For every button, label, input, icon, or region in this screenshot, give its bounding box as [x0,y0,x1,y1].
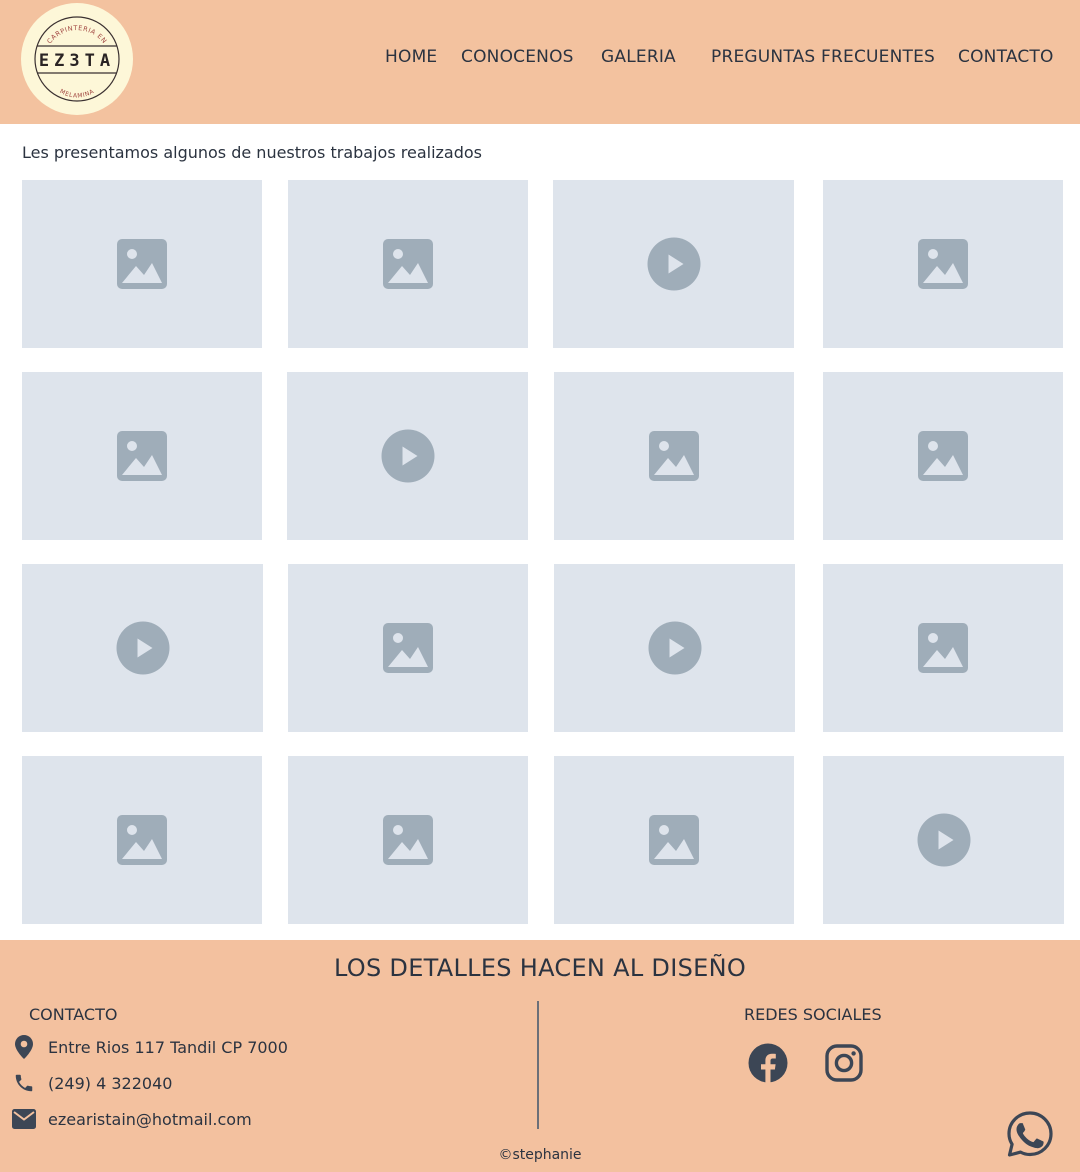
instagram-icon[interactable] [824,1043,864,1083]
contact-address: Entre Rios 117 Tandil CP 7000 [48,1037,288,1057]
contact-phone-row: (249) 4 322040 [12,1070,172,1096]
map-pin-icon [12,1035,36,1059]
contact-email-row: ezearistain@hotmail.com [12,1106,252,1132]
logo[interactable]: CARPINTERIA EN EZ3TA MELAMINA [21,3,133,115]
gallery-tile[interactable] [823,756,1064,924]
logo-badge-icon: CARPINTERIA EN EZ3TA MELAMINA [22,4,132,114]
contact-heading: CONTACTO [29,1005,118,1024]
footer-tagline: LOS DETALLES HACEN AL DISEÑO [333,954,747,982]
nav-home[interactable]: HOME [385,47,437,67]
contact-email[interactable]: ezearistain@hotmail.com [48,1110,252,1129]
gallery-tile[interactable] [823,564,1063,732]
mail-icon [12,1107,36,1131]
gallery-tile[interactable] [554,372,794,540]
gallery-tile[interactable] [823,372,1063,540]
nav-preguntas-frecuentes[interactable]: PREGUNTAS FRECUENTES [711,47,935,67]
gallery-tile[interactable] [288,756,528,924]
nav-galeria[interactable]: GALERIA [601,47,676,67]
gallery-tile[interactable] [553,180,794,348]
gallery-tile[interactable] [22,564,263,732]
gallery-tile[interactable] [554,564,795,732]
gallery-tile[interactable] [288,180,528,348]
copyright: ©stephanie [498,1147,582,1163]
phone-icon [12,1071,36,1095]
logo-name: EZ3TA [39,51,115,71]
whatsapp-icon[interactable] [1006,1110,1054,1158]
gallery-tile[interactable] [22,180,262,348]
gallery-intro: Les presentamos algunos de nuestros trab… [22,143,482,162]
nav-contacto[interactable]: CONTACTO [958,47,1054,67]
contact-address-row: Entre Rios 117 Tandil CP 7000 [12,1034,288,1060]
gallery-tile[interactable] [823,180,1063,348]
gallery-tile[interactable] [554,756,794,924]
gallery-tile[interactable] [288,564,528,732]
gallery-tile[interactable] [287,372,528,540]
nav-conocenos[interactable]: CONOCENOS [461,47,574,67]
social-heading: REDES SOCIALES [744,1005,882,1024]
contact-phone[interactable]: (249) 4 322040 [48,1074,172,1093]
footer-divider [537,1001,539,1129]
gallery-tile[interactable] [22,756,262,924]
gallery-tile[interactable] [22,372,262,540]
facebook-icon[interactable] [748,1043,788,1083]
site-header: CARPINTERIA EN EZ3TA MELAMINA HOME CONOC… [0,0,1080,124]
